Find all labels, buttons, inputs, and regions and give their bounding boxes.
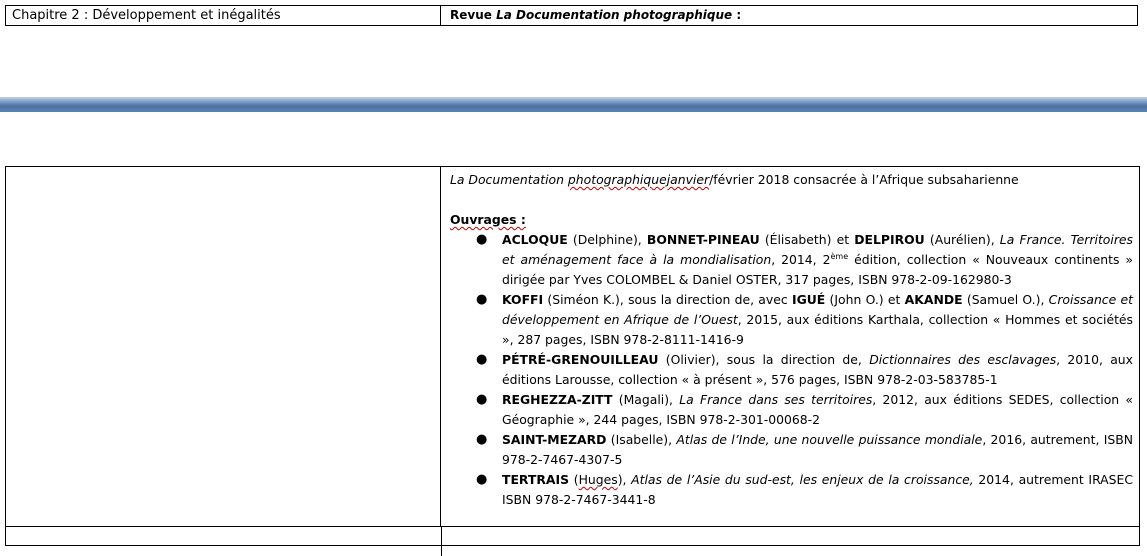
- author-first: ),: [617, 472, 632, 487]
- list-item: ● ACLOQUE (Delphine), BONNET-PINEAU (Élis…: [476, 230, 1133, 290]
- book-details: , 2014, 2: [771, 252, 831, 267]
- chapter-title: Chapitre 2 : Développement et inégalités: [12, 8, 281, 23]
- author-name: SAINT-MEZARD: [502, 432, 607, 447]
- author-name: BONNET-PINEAU: [646, 232, 760, 247]
- list-item: ● SAINT-MEZARD (Isabelle), Atlas de l’Ind…: [476, 430, 1133, 470]
- row-divider: [6, 526, 1139, 527]
- bullet-icon: ●: [476, 472, 488, 487]
- bullet-icon: ●: [476, 432, 488, 447]
- author-name: DELPIROU: [854, 232, 925, 247]
- author-first: (: [569, 472, 579, 487]
- author-first: (Isabelle),: [606, 432, 677, 447]
- book-title: La France dans ses territoires: [679, 392, 873, 407]
- bullet-icon: ●: [476, 392, 488, 407]
- author-first: (Élisabeth) et: [759, 232, 855, 247]
- bullet-icon: ●: [476, 232, 488, 247]
- review-prefix: Revue: [450, 8, 497, 22]
- author-name: REGHEZZA-ZITT: [502, 392, 613, 407]
- author-name: ACLOQUE: [502, 232, 568, 247]
- superscript: ème: [830, 251, 849, 261]
- resources-left-cell: [6, 167, 441, 526]
- chapter-cell: Chapitre 2 : Développement et inégalités: [6, 6, 441, 25]
- book-title: Atlas de l’Asie du sud-est, les enjeux d…: [631, 472, 974, 487]
- list-item: ● TERTRAIS (Huges), Atlas de l’Asie du su…: [476, 470, 1133, 510]
- review-cell: Revue La Documentation photographique :: [441, 6, 1137, 25]
- column-divider: [441, 526, 442, 556]
- ouvrages-heading: Ouvrages :: [450, 212, 526, 227]
- author-first: (Delphine),: [567, 232, 647, 247]
- intro-line: La Documentation photographiquejanvier/f…: [450, 170, 1133, 190]
- intro-rest: /février 2018 consacrée à l’Afrique subs…: [709, 172, 1019, 187]
- book-title: Atlas de l’Inde, une nouvelle puissance …: [676, 432, 983, 447]
- intro-word: photographiquejanvier: [567, 172, 710, 187]
- author-name: KOFFI: [502, 292, 544, 307]
- author-first: (Aurélien),: [924, 232, 1000, 247]
- list-item: ● REGHEZZA-ZITT (Magali), La France dans …: [476, 390, 1133, 430]
- author-first: (Siméon K.), sous la direction de, avec: [543, 292, 792, 307]
- author-first: (John O.) et: [825, 292, 905, 307]
- intro-title: La Documentation: [450, 172, 564, 187]
- author-first: Huges: [578, 472, 618, 487]
- review-title: La Documentation photographique: [496, 8, 733, 22]
- bullet-icon: ●: [476, 352, 488, 367]
- header-table-row: Chapitre 2 : Développement et inégalités…: [5, 5, 1138, 26]
- book-list: ● ACLOQUE (Delphine), BONNET-PINEAU (Élis…: [450, 230, 1133, 510]
- author-name: PÉTRÉ-GRENOUILLEAU: [502, 352, 659, 367]
- author-first: (Samuel O.),: [962, 292, 1049, 307]
- author-name: AKANDE: [904, 292, 963, 307]
- section-divider: [0, 97, 1147, 112]
- author-first: (Magali),: [612, 392, 680, 407]
- author-first: (Olivier), sous la direction de,: [658, 352, 870, 367]
- resources-table: La Documentation photographiquejanvier/f…: [5, 166, 1140, 556]
- resources-right-cell: La Documentation photographiquejanvier/f…: [442, 167, 1139, 526]
- list-item: ● KOFFI (Siméon K.), sous la direction de…: [476, 290, 1133, 350]
- list-item: ● PÉTRÉ-GRENOUILLEAU (Olivier), sous la d…: [476, 350, 1133, 390]
- review-suffix: :: [732, 8, 742, 22]
- bullet-icon: ●: [476, 292, 488, 307]
- book-title: Dictionnaires des esclavages: [869, 352, 1057, 367]
- author-name: TERTRAIS: [502, 472, 570, 487]
- author-name: IGUÉ: [791, 292, 826, 307]
